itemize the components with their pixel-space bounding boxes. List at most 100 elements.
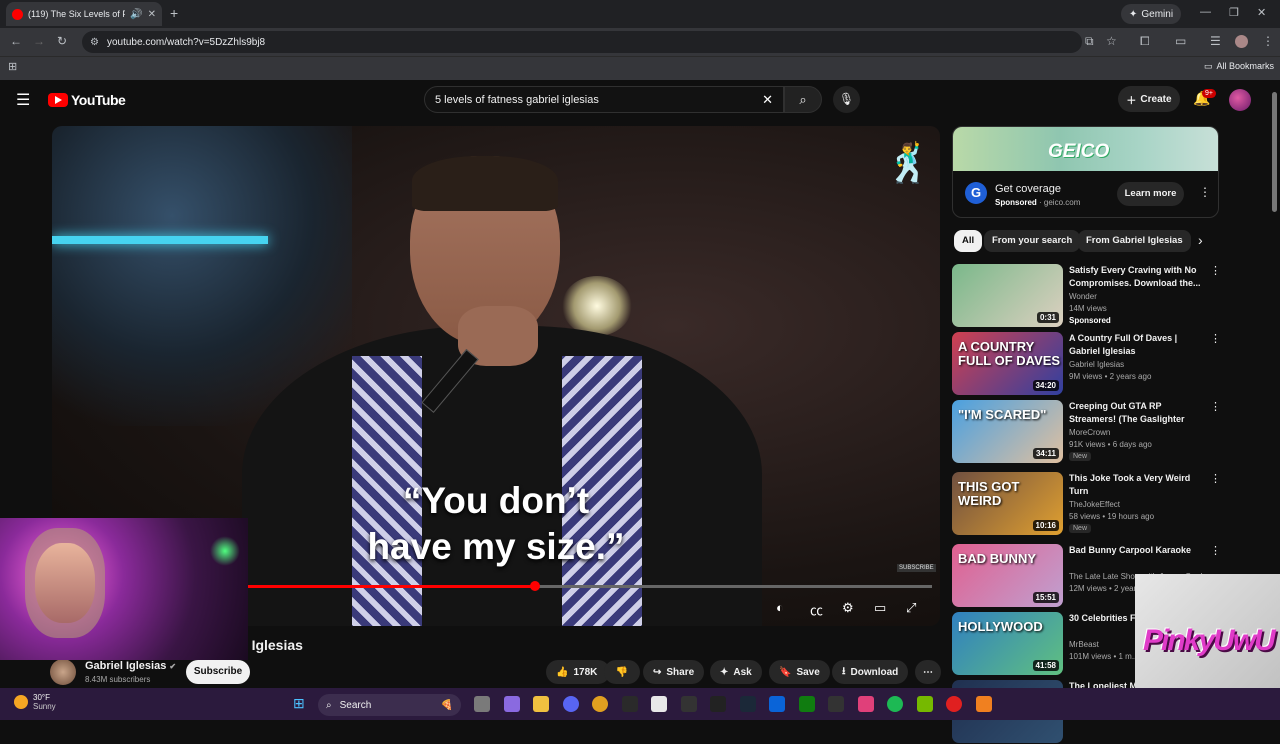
save-button[interactable]: 🔖 Save — [769, 660, 830, 684]
search-button[interactable]: ⌕ — [784, 86, 822, 113]
browser-tab[interactable]: (119) The Six Levels of Fatne 🔊 ✕ — [6, 2, 162, 26]
channel-name[interactable]: Gabriel Iglesias ✔ — [85, 660, 176, 672]
recommendation-channel[interactable]: MoreCrown — [1069, 428, 1110, 437]
more-options-icon[interactable]: ⋮ — [1210, 400, 1221, 413]
recommendation-title[interactable]: Satisfy Every Craving with No Compromise… — [1069, 264, 1205, 290]
download-button[interactable]: ⭳ Download — [832, 660, 909, 684]
recommendation-thumbnail[interactable]: BAD BUNNY 15:51 — [952, 544, 1063, 607]
apps-grid-icon[interactable]: ⊞ — [8, 60, 17, 73]
chip-all[interactable]: All — [954, 230, 983, 252]
mail-icon[interactable] — [621, 696, 638, 712]
dislike-button[interactable]: 👎 — [604, 660, 640, 684]
profile-avatar[interactable] — [1235, 35, 1248, 48]
weather-widget[interactable]: 30°F Sunny — [14, 693, 56, 711]
more-options-icon[interactable]: ⋮ — [1210, 264, 1221, 277]
close-window-icon[interactable]: ✕ — [1257, 6, 1266, 19]
taskbar-search[interactable]: ⌕ Search 🍕 — [318, 694, 461, 716]
nvidia-icon[interactable] — [916, 696, 933, 712]
more-options-icon[interactable]: ⋮ — [1210, 544, 1221, 557]
all-bookmarks[interactable]: ▭ All Bookmarks — [1204, 61, 1274, 72]
autoplay-toggle-icon[interactable]: ◐ — [776, 600, 784, 615]
ad-title[interactable]: Get coverage — [995, 183, 1061, 195]
recommendation-channel[interactable]: TheJokeEffect — [1069, 500, 1120, 509]
captions-icon[interactable]: ㏄ — [810, 600, 823, 619]
epic-games-icon[interactable] — [680, 696, 697, 712]
maps-pin-icon[interactable] — [857, 696, 874, 712]
install-app-icon[interactable]: ⧉ — [1085, 34, 1094, 49]
folder-icon[interactable] — [533, 696, 549, 712]
ad-menu-icon[interactable]: ⋮ — [1199, 185, 1211, 199]
obs-icon[interactable] — [946, 696, 962, 712]
recommendation-thumbnail[interactable]: "I'M SCARED" 34:11 — [952, 400, 1063, 463]
g-hub-icon[interactable] — [710, 696, 726, 712]
gemini-button[interactable]: ✦ Gemini — [1121, 4, 1182, 24]
hamburger-menu-icon[interactable]: ☰ — [16, 90, 30, 110]
ask-button[interactable]: ✦ Ask — [710, 660, 762, 684]
restore-icon[interactable]: ❐ — [1229, 6, 1239, 19]
recommendation-channel[interactable]: Gabriel Iglesias — [1069, 360, 1124, 369]
recommendation-item[interactable]: 0:31 Satisfy Every Craving with No Compro… — [952, 264, 1221, 328]
xbox-icon[interactable] — [798, 696, 815, 712]
reading-list-icon[interactable]: ☰ — [1210, 34, 1221, 48]
clear-search-icon[interactable]: ✕ — [762, 92, 773, 108]
recommendation-item[interactable]: THIS GOT WEIRD 10:16 This Joke Took a Very… — [952, 472, 1221, 536]
recommendation-thumbnail[interactable]: A COUNTRY FULL OF DAVES 34:20 — [952, 332, 1063, 395]
more-options-icon[interactable]: ⋮ — [1210, 332, 1221, 345]
voice-search-button[interactable]: 🎙 — [833, 86, 860, 113]
account-avatar[interactable] — [1229, 89, 1251, 111]
spotify-icon[interactable] — [887, 696, 903, 712]
file-explorer-icon[interactable] — [474, 696, 490, 712]
more-actions-button[interactable]: ⋯ — [915, 660, 941, 684]
windows-start-icon[interactable]: ⊞ — [293, 695, 305, 712]
omnibox[interactable]: ⚙ youtube.com/watch?v=5DzZhls9bj8 — [82, 31, 1082, 53]
youtube-logo[interactable]: YouTube — [48, 92, 126, 108]
more-options-icon[interactable]: ⋮ — [1210, 472, 1221, 485]
outlook-icon[interactable] — [769, 696, 785, 712]
chip-from-your-search[interactable]: From your search — [984, 230, 1081, 252]
cast-icon[interactable]: ▭ — [1175, 34, 1186, 48]
recommendation-channel[interactable]: MrBeast — [1069, 640, 1099, 649]
recommendation-item[interactable]: A COUNTRY FULL OF DAVES 34:20 A Country Fu… — [952, 332, 1221, 396]
steam-icon[interactable] — [739, 696, 756, 712]
back-icon[interactable]: ← — [10, 34, 22, 48]
scrollbar[interactable] — [1272, 92, 1277, 212]
github-icon[interactable] — [651, 696, 667, 712]
site-info-icon[interactable]: ⚙ — [90, 37, 99, 48]
channel-watermark-icon[interactable]: 🕺 — [885, 142, 932, 190]
sponsored-ad-card[interactable]: GEICO G Get coverage Sponsored · geico.c… — [952, 126, 1219, 218]
channel-avatar[interactable] — [50, 659, 76, 685]
copilot-icon[interactable] — [503, 696, 520, 712]
streamdeck-icon[interactable] — [828, 696, 844, 712]
recommendation-channel[interactable]: Wonder — [1069, 292, 1097, 301]
chrome-menu-icon[interactable]: ⋮ — [1262, 34, 1274, 48]
create-button[interactable]: ＋ Create — [1118, 86, 1180, 112]
discord-icon[interactable] — [562, 696, 579, 712]
recommendation-thumbnail[interactable]: THIS GOT WEIRD 10:16 — [952, 472, 1063, 535]
recommendation-thumbnail[interactable]: HOLLYWOOD 41:58 — [952, 612, 1063, 675]
recommendation-title[interactable]: This Joke Took a Very Weird Turn — [1069, 472, 1205, 498]
close-tab-icon[interactable]: ✕ — [148, 9, 156, 20]
recommendation-thumbnail[interactable]: 0:31 — [952, 264, 1063, 327]
fullscreen-icon[interactable]: ⤢ — [906, 600, 916, 616]
extensions-icon[interactable]: ⧠ — [1140, 34, 1150, 49]
search-input[interactable]: 5 levels of fatness gabriel iglesias ✕ — [424, 86, 784, 113]
vlc-icon[interactable] — [975, 696, 992, 712]
minimize-icon[interactable]: — — [1200, 6, 1211, 18]
like-button[interactable]: 👍 178K — [546, 660, 610, 684]
recommendation-title[interactable]: Bad Bunny Carpool Karaoke — [1069, 544, 1205, 557]
forward-icon[interactable]: → — [33, 34, 45, 48]
settings-gear-icon[interactable]: ⚙ — [842, 600, 854, 616]
subscribe-button[interactable]: Subscribe — [186, 660, 250, 684]
reload-icon[interactable]: ↻ — [57, 34, 67, 48]
new-tab-button[interactable]: + — [170, 5, 178, 21]
miniplayer-icon[interactable]: ▭ — [874, 600, 886, 616]
recommendation-item[interactable]: "I'M SCARED" 34:11 Creeping Out GTA RP Str… — [952, 400, 1221, 464]
learn-more-button[interactable]: Learn more — [1117, 182, 1184, 206]
share-button[interactable]: ↪ Share — [643, 660, 705, 684]
bookmark-star-icon[interactable]: ☆ — [1106, 34, 1117, 48]
chevron-right-icon[interactable]: › — [1198, 232, 1203, 248]
recommendation-title[interactable]: Creeping Out GTA RP Streamers! (The Gasl… — [1069, 400, 1205, 426]
recommendation-title[interactable]: A Country Full Of Daves | Gabriel Iglesi… — [1069, 332, 1205, 358]
chrome-icon[interactable] — [592, 696, 608, 712]
speaker-icon[interactable]: 🔊 — [130, 9, 142, 20]
